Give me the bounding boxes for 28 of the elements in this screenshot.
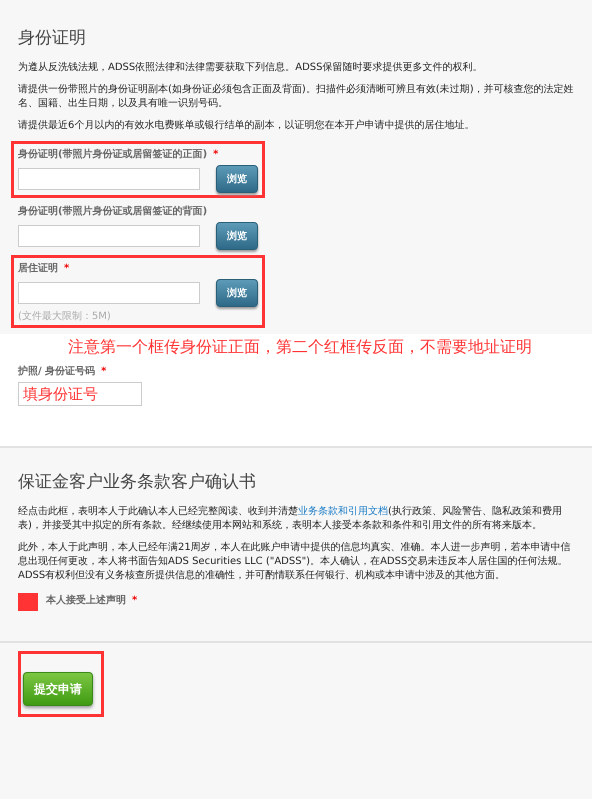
terms-link[interactable]: 业务条款和引用文档 [298,506,388,517]
file-field[interactable] [18,168,200,190]
submit-button[interactable]: 提交申请 [23,672,93,706]
checkbox-label: 本人接受上述声明 * [46,594,138,607]
paragraph: 请提供最近6个月以内的有效水电费账单或银行结单的副本，以证明您在本开户申请中提供的居住地址。 [18,119,476,133]
browse-button[interactable]: 浏览 [216,165,258,193]
field-label: 身份证明(带照片身份证或居留签证的背面) [18,204,208,218]
file-field[interactable] [18,225,200,247]
paragraph: 请提供一份带照片的身份证明副本(如身份证必须包含正面及背面)。扫描件必须清晰可辨且有效(未过期)，并可核查您的法定姓名、国籍、出生日期，以及具有唯一识别号码。 [18,83,575,111]
paragraph: 此外，本人于此声明，本人已经年满21周岁，本人在此账户申请中提供的信息均真实、准确。本人进一步声明，若本申请中信息出现任何更改，本人将书面告知ADS Securities LLC ("ADSS")。本人确认，在ADSS交易未违反本人居住国的任何法规。ADSS有权利但没有义务核查所提供信息的准确性，并可酌情联系任何银行、机构或本申请中涉及的其他方面。 [18,541,572,583]
section-title: 保证金客户业务条款客户确认书 [18,471,257,493]
field-label: 居住证明 * [18,262,70,275]
field-label: 身份证明(带照片身份证或居留签证的正面) * [18,148,220,161]
section-title: 身份证明 [18,27,87,49]
annotation-note: 注意第一个框传身份证正面，第二个红框传反面，不需要地址证明 [68,336,533,358]
required-mark: * [101,366,106,377]
id-number-field[interactable]: 填身份证号 [18,382,142,406]
size-hint: (文件最大限制：5M) [18,310,112,323]
paragraph: 为遵从反洗钱法规，ADSS依照法律和法律需要获取下列信息。ADSS保留随时要求提供更多文件的权利。 [18,61,484,75]
required-mark: * [213,149,218,160]
browse-button[interactable]: 浏览 [216,222,258,250]
required-mark: * [132,595,138,606]
file-field[interactable] [18,282,200,304]
field-label: 护照/ 身份证号码 * [18,364,108,378]
required-mark: * [64,263,70,274]
highlight-mark[interactable] [18,593,38,611]
paragraph: 经点击此框，表明本人于此确认本人已经完整阅读、收到并清楚业务条款和引用文档(执行政策、风险警告、隐私政策和费用表)，并接受其中拟定的所有条款。经继续使用本网站和系统，表明本人接受本条款和条件和引用文件的所有将来版本。 [18,505,563,533]
browse-button[interactable]: 浏览 [216,279,258,307]
